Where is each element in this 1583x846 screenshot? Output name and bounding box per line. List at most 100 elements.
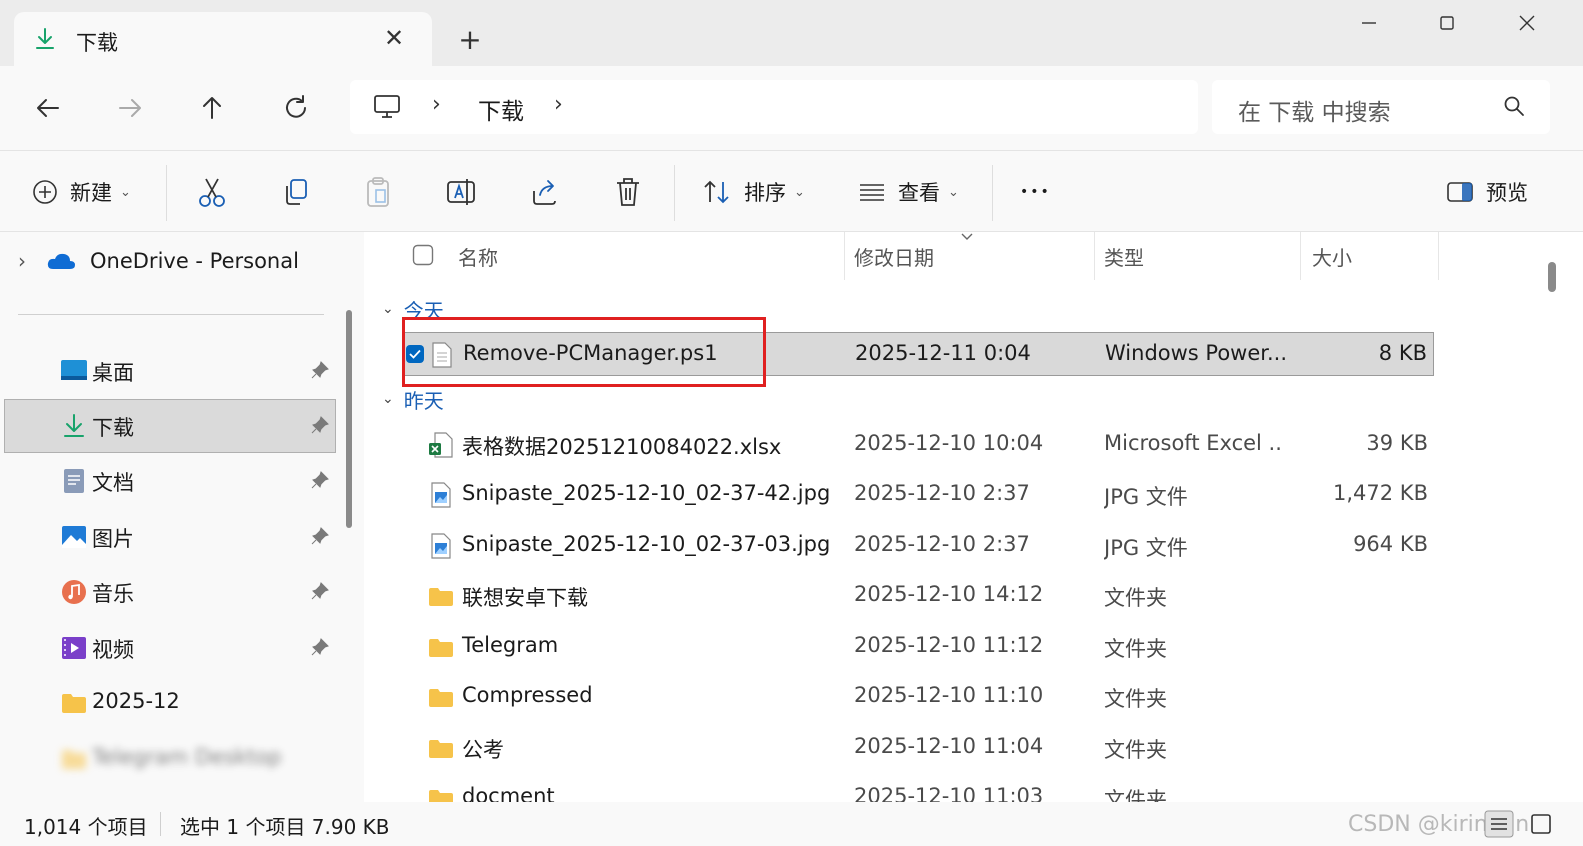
pin-icon[interactable] xyxy=(310,581,330,601)
column-header-modified[interactable]: 修改日期 xyxy=(854,242,934,290)
table-row[interactable]: 公考 2025-12-10 11:04 文件夹 xyxy=(402,726,1434,770)
table-row[interactable]: 联想安卓下载 2025-12-10 14:12 文件夹 xyxy=(402,574,1434,618)
folder-icon xyxy=(429,639,453,657)
back-button[interactable] xyxy=(28,88,68,128)
preview-label: 预览 xyxy=(1486,181,1528,205)
sort-button[interactable]: 排序 ⌄ xyxy=(702,175,805,209)
preview-pane-button[interactable]: 预览 xyxy=(1446,175,1528,209)
paste-icon[interactable] xyxy=(364,175,392,209)
pin-icon[interactable] xyxy=(310,637,330,657)
pin-icon[interactable] xyxy=(310,470,330,490)
divider xyxy=(166,165,167,221)
sidebar-item-onedrive[interactable]: › OneDrive - Personal xyxy=(18,246,299,276)
new-tab-button[interactable]: + xyxy=(456,26,484,54)
copy-icon[interactable] xyxy=(282,175,310,209)
sidebar-item-downloads[interactable]: 下载 xyxy=(4,399,336,453)
chevron-down-icon: ⌄ xyxy=(120,184,131,200)
sort-indicator-icon xyxy=(961,233,973,240)
rename-icon[interactable] xyxy=(446,175,476,209)
file-type: JPG 文件 xyxy=(1104,485,1188,509)
up-button[interactable] xyxy=(192,88,232,128)
group-label: 昨天 xyxy=(403,388,444,413)
maximize-button[interactable] xyxy=(1432,10,1462,36)
file-name[interactable]: docment xyxy=(462,784,555,802)
this-pc-icon[interactable] xyxy=(372,93,402,121)
sidebar-item-telegram-desktop[interactable]: Telegram Desktop xyxy=(4,732,336,786)
column-header-type[interactable]: 类型 xyxy=(1104,242,1144,290)
file-size: 964 KB xyxy=(1353,532,1428,556)
divider xyxy=(674,165,675,221)
file-name[interactable]: 联想安卓下载 xyxy=(462,582,588,612)
close-window-button[interactable] xyxy=(1512,10,1542,36)
file-list-scrollbar[interactable] xyxy=(1548,262,1556,292)
file-name[interactable]: Telegram xyxy=(462,633,558,657)
sidebar-item-label: 桌面 xyxy=(92,361,134,385)
new-button[interactable]: 新建 ⌄ xyxy=(32,175,131,209)
table-row[interactable]: Snipaste_2025-12-10_02-37-42.jpg 2025-12… xyxy=(402,473,1434,517)
search-icon[interactable] xyxy=(1502,94,1526,118)
column-header-name[interactable]: 名称 xyxy=(458,242,498,290)
sidebar-item-desktop[interactable]: 桌面 xyxy=(4,344,336,398)
navigation-bar: › 下载 › 在 下载 中搜索 xyxy=(0,66,1583,150)
selection-info: 选中 1 个项目 7.90 KB xyxy=(180,815,390,839)
table-row[interactable]: docment 2025-12-10 11:03 文件夹 xyxy=(402,776,1434,802)
file-type: 文件夹 xyxy=(1104,637,1167,661)
table-row[interactable]: Compressed 2025-12-10 11:10 文件夹 xyxy=(402,675,1434,719)
tab-downloads[interactable]: 下载 ✕ xyxy=(14,12,432,68)
status-bar: 1,014 个项目 选中 1 个项目 7.90 KB CSDN @kirinmi… xyxy=(0,802,1583,846)
tiles-view-icon[interactable] xyxy=(1526,810,1556,838)
sort-label: 排序 xyxy=(744,181,786,205)
sidebar-item-label: 下载 xyxy=(92,416,134,440)
view-button[interactable]: 查看 ⌄ xyxy=(858,175,959,209)
sidebar-item-music[interactable]: 音乐 xyxy=(4,565,336,619)
folder-icon xyxy=(429,588,453,606)
sidebar-item-label: 音乐 xyxy=(92,582,134,606)
file-name[interactable]: Compressed xyxy=(462,683,593,707)
collapse-chevron-icon: ⌄ xyxy=(382,301,394,317)
file-name[interactable]: Snipaste_2025-12-10_02-37-42.jpg xyxy=(462,481,830,505)
share-icon[interactable] xyxy=(530,175,560,209)
pin-icon[interactable] xyxy=(310,360,330,380)
divider xyxy=(1300,232,1301,280)
file-type: JPG 文件 xyxy=(1104,536,1188,560)
sidebar-item-2025-12[interactable]: 2025-12 xyxy=(4,676,336,730)
sidebar-scrollbar[interactable] xyxy=(346,310,352,528)
sidebar-item-label: 图片 xyxy=(92,527,134,551)
search-box[interactable]: 在 下载 中搜索 xyxy=(1212,80,1550,134)
group-header-yesterday[interactable]: ⌄ 昨天 xyxy=(382,384,444,414)
file-size: 8 KB xyxy=(1378,341,1427,365)
breadcrumb-separator[interactable]: › xyxy=(554,92,563,117)
forward-button[interactable] xyxy=(110,88,150,128)
pin-icon[interactable] xyxy=(310,526,330,546)
file-name[interactable]: Snipaste_2025-12-10_02-37-03.jpg xyxy=(462,532,830,556)
sidebar-item-label: 视频 xyxy=(92,638,134,662)
breadcrumb-separator[interactable]: › xyxy=(432,92,441,117)
sidebar-item-videos[interactable]: 视频 xyxy=(4,621,336,675)
breadcrumb-downloads[interactable]: 下载 xyxy=(478,92,524,126)
file-date: 2025-12-10 11:04 xyxy=(854,734,1044,758)
column-header-size[interactable]: 大小 xyxy=(1312,242,1352,290)
expand-chevron-icon[interactable]: › xyxy=(18,249,46,273)
file-name[interactable]: 表格数据20251210084022.xlsx xyxy=(462,431,781,461)
refresh-button[interactable] xyxy=(276,88,316,128)
search-placeholder[interactable]: 在 下载 中搜索 xyxy=(1238,93,1391,127)
address-bar[interactable]: › 下载 › xyxy=(350,80,1198,134)
details-view-icon[interactable] xyxy=(1484,810,1514,838)
table-row[interactable]: Snipaste_2025-12-10_02-37-03.jpg 2025-12… xyxy=(402,524,1434,568)
folder-icon xyxy=(62,750,86,769)
desktop-icon xyxy=(61,360,87,380)
select-all-checkbox[interactable] xyxy=(412,244,434,266)
sidebar-item-label: OneDrive - Personal xyxy=(90,249,299,273)
delete-icon[interactable] xyxy=(614,175,642,209)
sidebar-item-pictures[interactable]: 图片 xyxy=(4,510,336,564)
table-row[interactable]: Telegram 2025-12-10 11:12 文件夹 xyxy=(402,625,1434,669)
pin-icon[interactable] xyxy=(310,415,330,435)
minimize-button[interactable] xyxy=(1354,10,1384,36)
file-name[interactable]: 公考 xyxy=(462,734,504,764)
cut-icon[interactable] xyxy=(198,175,226,209)
file-type: 文件夹 xyxy=(1104,738,1167,762)
table-row[interactable]: 表格数据20251210084022.xlsx 2025-12-10 10:04… xyxy=(402,423,1434,467)
more-options-button[interactable]: ••• xyxy=(1020,175,1051,209)
close-tab-button[interactable]: ✕ xyxy=(382,26,406,50)
sidebar-item-documents[interactable]: 文档 xyxy=(4,454,336,508)
